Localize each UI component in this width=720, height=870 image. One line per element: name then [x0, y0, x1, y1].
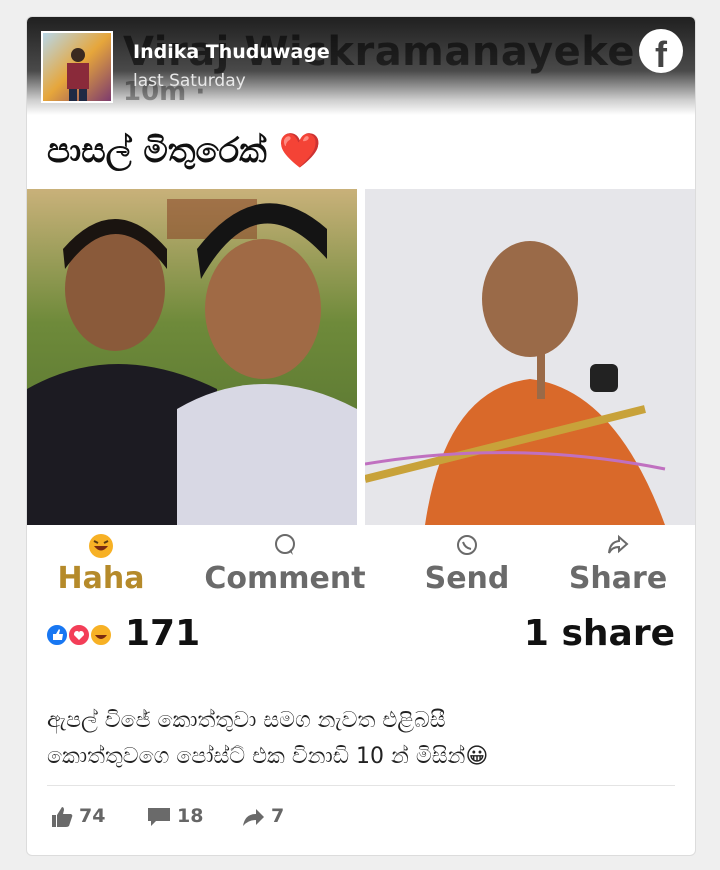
share-stat[interactable]: 7 [241, 805, 284, 828]
post-title: පාසල් මිතුරෙක් ❤️ [47, 131, 321, 171]
thumbs-up-icon [52, 806, 73, 827]
share-stat-count: 7 [271, 805, 285, 827]
share-button[interactable]: Share [563, 533, 673, 596]
avatar[interactable] [41, 31, 113, 103]
like-count: 74 [79, 805, 106, 827]
avatar-person-icon [67, 48, 89, 101]
send-label: Send [424, 561, 510, 596]
comment-bubble-icon [148, 807, 170, 826]
like-stat[interactable]: 74 [51, 805, 105, 828]
send-button[interactable]: Send [421, 533, 513, 596]
divider [47, 785, 675, 786]
share-forward-icon [243, 808, 264, 826]
photo-two-friends[interactable] [27, 189, 357, 525]
share-arrow-icon [563, 533, 673, 561]
action-bar: Haha Comment Send Share [27, 533, 695, 603]
comment-label: Comment [204, 561, 366, 596]
post-caption: ඇපල් විජේ කොත්තුවා සමග නැවත එළිබසී කොත්ත… [47, 703, 675, 775]
share-count[interactable]: 1 share [524, 613, 675, 654]
post-card: Viraj Wickramanayeke 10m · Indika Thuduw… [26, 16, 696, 856]
reaction-icons[interactable] [45, 621, 123, 649]
comment-icon [197, 533, 373, 561]
photo-two-friends-illustration [27, 199, 357, 525]
caption-line-2: කොත්තුවගෙ පෝස්ට් එක විනාඩි 10 න් මිසින්😀 [47, 744, 489, 769]
photo-monk[interactable] [364, 189, 695, 525]
whatsapp-icon [421, 533, 513, 561]
comment-stat[interactable]: 18 [147, 805, 203, 828]
author-name[interactable]: Indika Thuduwage [133, 41, 330, 63]
reaction-stats: 171 1 share [27, 613, 695, 659]
haha-label: Haha [57, 561, 145, 596]
haha-button[interactable]: Haha [51, 533, 151, 596]
facebook-icon: f [639, 29, 683, 75]
post-header: Viraj Wickramanayeke 10m · Indika Thuduw… [27, 17, 695, 115]
comment-count: 18 [177, 805, 204, 827]
haha-emoji-icon [51, 533, 151, 561]
photo-monk-illustration [364, 241, 666, 525]
share-label: Share [568, 561, 668, 596]
post-photos[interactable] [27, 189, 695, 525]
reaction-count[interactable]: 171 [125, 613, 200, 654]
caption-line-1: ඇපල් විජේ කොත්තුවා සමග නැවත එළිබසී [47, 708, 446, 733]
post-time[interactable]: last Saturday [133, 71, 246, 91]
comment-button[interactable]: Comment [197, 533, 373, 596]
